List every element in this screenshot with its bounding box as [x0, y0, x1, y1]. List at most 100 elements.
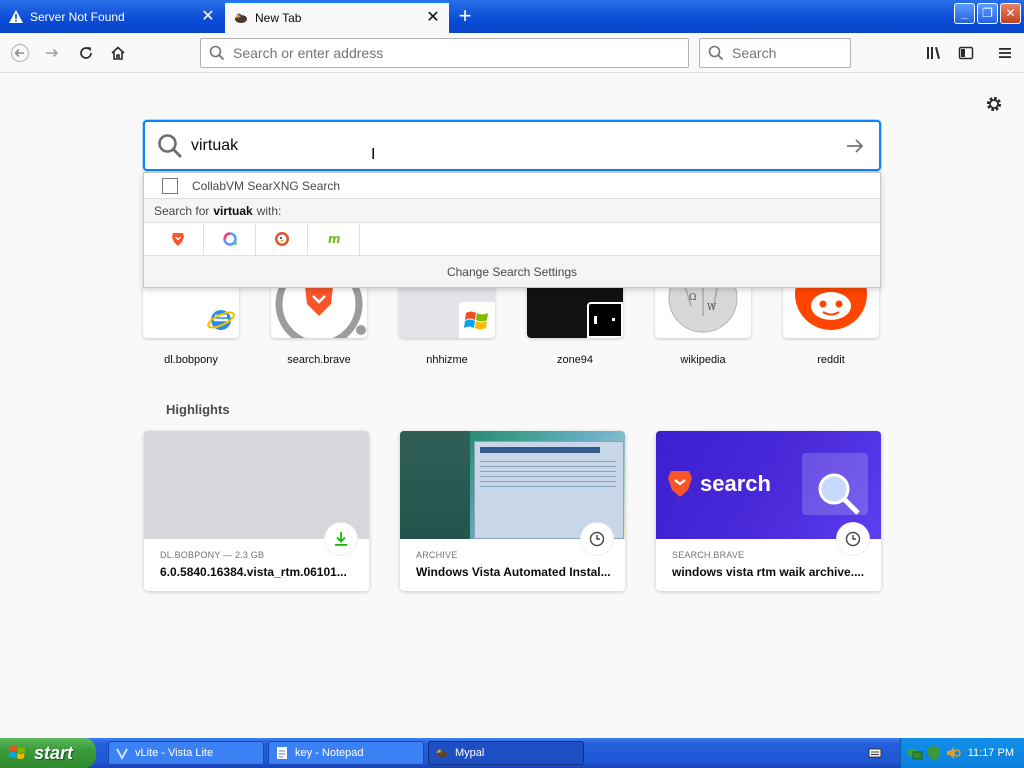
- search-placeholder: Search: [732, 45, 777, 61]
- taskbar-item-label: Mypal: [455, 747, 485, 759]
- home-button[interactable]: [104, 39, 132, 67]
- highlight-context: DL.BOBPONY — 2.3 GB: [160, 550, 265, 560]
- taskbar-item-vlite[interactable]: vLite - Vista Lite: [108, 741, 264, 765]
- download-icon: [325, 523, 357, 555]
- hamburger-menu-icon: [999, 48, 1011, 58]
- new-tab-page: dl.bobpony search.brave nhhizme zone94 Ω…: [0, 74, 1024, 738]
- start-label: start: [34, 742, 74, 763]
- highlight-context: ARCHIVE: [416, 550, 458, 560]
- network-icon[interactable]: [907, 745, 923, 761]
- suggestion-row[interactable]: CollabVM SearXNG Search: [144, 173, 880, 199]
- top-site-name: nhhizme: [426, 354, 468, 366]
- sidebar-button[interactable]: [952, 39, 980, 67]
- top-site-tile[interactable]: dl.bobpony: [143, 286, 239, 366]
- back-arrow-icon: [11, 44, 29, 62]
- wikipedia-icon: ΩW: [668, 286, 738, 333]
- reload-button[interactable]: [72, 39, 100, 67]
- brave-icon: [668, 471, 692, 497]
- highlight-card[interactable]: DL.BOBPONY — 2.3 GB 6.0.5840.16384.vista…: [144, 431, 369, 591]
- library-icon: [927, 47, 940, 59]
- ie-icon: [203, 302, 239, 338]
- minimize-button[interactable]: _: [954, 3, 975, 24]
- maximize-button[interactable]: ❐: [977, 3, 998, 24]
- arrow-right-icon[interactable]: [845, 136, 865, 156]
- address-placeholder: Search or enter address: [233, 45, 384, 61]
- top-site-name: search.brave: [287, 354, 351, 366]
- search-for-prefix: Search for: [154, 203, 210, 218]
- sidebar-icon: [958, 46, 974, 60]
- top-site-tile[interactable]: reddit: [783, 286, 879, 366]
- system-tray: 11:17 PM: [900, 738, 1024, 768]
- brave-icon: [275, 286, 366, 338]
- search-icon: [708, 45, 724, 61]
- search-icon: [158, 133, 182, 158]
- highlight-card[interactable]: ARCHIVE Windows Vista Automated Instal..…: [400, 431, 625, 591]
- new-tab-button[interactable]: +: [452, 5, 478, 29]
- zone-icon: [587, 302, 623, 338]
- tab-bar: Server Not Found ✕ New Tab ✕ + _ ❐ ✕: [0, 0, 1024, 33]
- highlight-context: SEARCH.BRAVE: [672, 550, 745, 560]
- start-button[interactable]: start: [0, 738, 96, 768]
- keyboard-icon[interactable]: [868, 746, 882, 760]
- brave-icon: [171, 233, 184, 246]
- close-tab-icon[interactable]: ✕: [425, 10, 441, 26]
- top-site-tile[interactable]: search.brave: [271, 286, 367, 366]
- forward-arrow-icon: [46, 48, 59, 58]
- gear-icon[interactable]: [984, 94, 1004, 114]
- engine-duckduckgo-button[interactable]: [256, 222, 308, 256]
- clock[interactable]: 11:17 PM: [968, 747, 1014, 759]
- close-tab-icon[interactable]: ✕: [200, 9, 216, 25]
- search-for-suffix: with:: [256, 203, 282, 218]
- top-site-tile[interactable]: zone94: [527, 286, 623, 366]
- highlight-title: windows vista rtm waik archive....: [672, 565, 865, 579]
- taskbar-item-notepad[interactable]: key - Notepad: [268, 741, 424, 765]
- top-site-tile[interactable]: nhhizme: [399, 286, 495, 366]
- nav-toolbar: Search or enter address Search: [0, 33, 1024, 73]
- highlights-heading: Highlights: [166, 402, 230, 417]
- close-window-button[interactable]: ✕: [1000, 3, 1021, 24]
- taskbar-item-mypal[interactable]: Mypal: [428, 741, 584, 765]
- windows-logo-icon: [9, 746, 25, 759]
- top-site-name: wikipedia: [680, 354, 726, 366]
- top-site-tile[interactable]: ΩW wikipedia: [655, 286, 751, 366]
- taskbar-item-label: key - Notepad: [295, 747, 364, 759]
- volume-icon[interactable]: [945, 745, 961, 761]
- taskbar: start vLite - Vista Lite key - Notepad M…: [0, 738, 1024, 768]
- suggestion-checkbox[interactable]: [162, 177, 178, 194]
- newtab-search-input[interactable]: virtuak I: [143, 120, 881, 171]
- windows-icon: [459, 302, 495, 338]
- engine-mojeek-button[interactable]: m: [308, 222, 360, 256]
- highlight-card[interactable]: search SEARCH.BRAVE windows vista rtm wa…: [656, 431, 881, 591]
- svg-text:m: m: [328, 232, 341, 246]
- engine-brave-button[interactable]: [152, 222, 204, 256]
- menu-button[interactable]: [991, 39, 1019, 67]
- search-for-row: Search for virtuak with:: [144, 199, 880, 223]
- clock-icon: [837, 523, 869, 555]
- mypal-icon: [233, 10, 249, 26]
- warning-icon: [8, 9, 24, 25]
- change-search-settings-button[interactable]: Change Search Settings: [144, 256, 880, 287]
- search-suggestions-dropdown: CollabVM SearXNG Search Search for virtu…: [143, 172, 881, 288]
- engine-qwant-button[interactable]: [204, 222, 256, 256]
- search-bar[interactable]: Search: [699, 38, 851, 68]
- library-button[interactable]: [920, 39, 948, 67]
- reload-icon: [80, 47, 92, 59]
- forward-button[interactable]: [38, 39, 66, 67]
- search-for-term: virtuak: [213, 203, 253, 218]
- top-sites: dl.bobpony search.brave nhhizme zone94 Ω…: [143, 286, 883, 366]
- address-bar[interactable]: Search or enter address: [200, 38, 689, 68]
- tab-label: New Tab: [255, 11, 302, 25]
- back-button[interactable]: [6, 39, 34, 67]
- suggestion-label: CollabVM SearXNG Search: [192, 178, 341, 193]
- text-cursor-icon: I: [371, 146, 376, 163]
- tab-server-not-found[interactable]: Server Not Found ✕: [0, 1, 224, 33]
- tab-new-tab[interactable]: New Tab ✕: [225, 1, 449, 33]
- tab-label: Server Not Found: [30, 10, 125, 24]
- svg-text:Ω: Ω: [689, 293, 696, 303]
- reddit-icon: [795, 286, 867, 330]
- shield-icon[interactable]: [927, 745, 941, 761]
- top-site-name: reddit: [817, 354, 845, 366]
- mojeek-icon: m: [328, 232, 341, 246]
- qwant-icon: [222, 232, 237, 246]
- mypal-icon: [436, 748, 448, 758]
